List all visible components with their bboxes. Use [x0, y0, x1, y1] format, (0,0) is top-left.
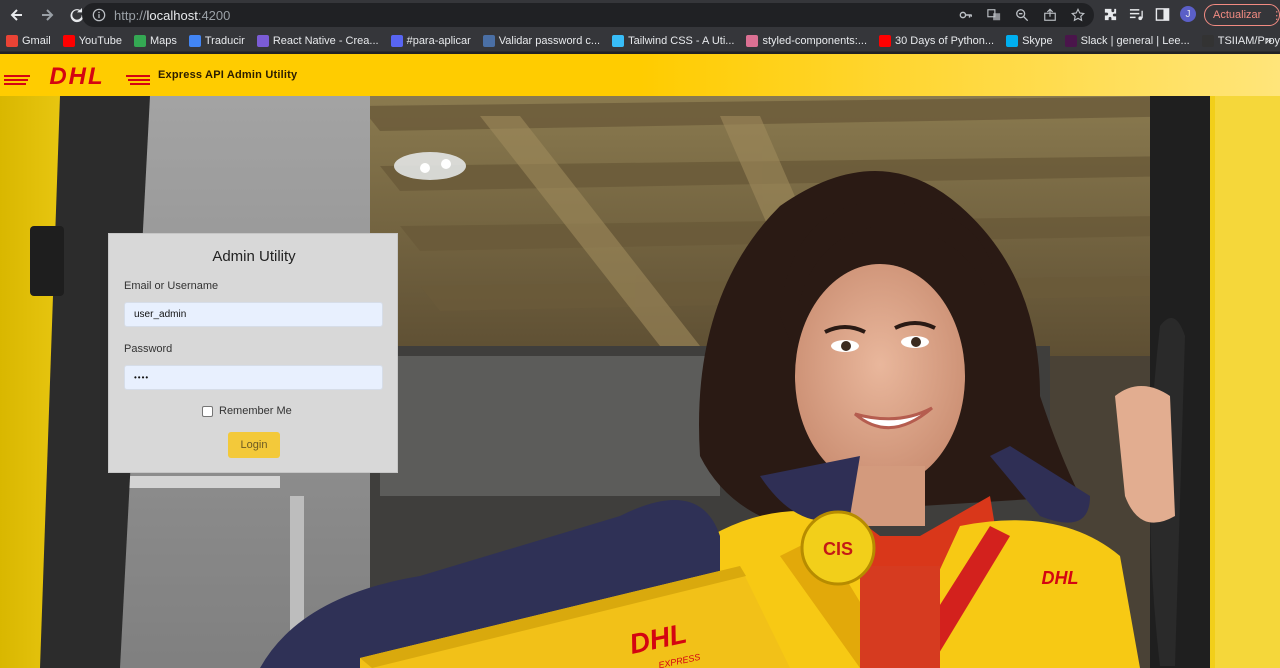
bookmark-item[interactable]: Slack | general | Lee...: [1059, 30, 1196, 51]
remember-label: Remember Me: [219, 405, 292, 417]
bookmark-label: Traducir: [204, 34, 245, 47]
app-header: DHL Express API Admin Utility: [0, 54, 1280, 96]
zoom-icon[interactable]: [1014, 7, 1030, 23]
bookmark-item[interactable]: Skype: [1000, 30, 1059, 51]
bookmark-item[interactable]: Maps: [128, 30, 183, 51]
address-bar[interactable]: http://localhost:4200: [82, 3, 1094, 27]
url-host: localhost: [146, 7, 198, 23]
svg-text:DHL: DHL: [1042, 568, 1079, 588]
bookmark-item[interactable]: #para-aplicar: [385, 30, 477, 51]
extensions-icon[interactable]: [1102, 6, 1118, 22]
bookmark-favicon-icon: [1064, 34, 1077, 47]
bookmark-label: Slack | general | Lee...: [1080, 34, 1190, 47]
bookmark-item[interactable]: Gmail: [0, 30, 57, 51]
bookmark-item[interactable]: 30 Days of Python...: [873, 30, 1000, 51]
more-vert-icon: ⋮: [1271, 9, 1280, 22]
update-label: Actualizar: [1213, 9, 1262, 21]
browser-toolbar: http://localhost:4200 J Actualizar ⋮: [0, 0, 1280, 30]
bookmark-label: Gmail: [22, 34, 51, 47]
bookmark-favicon-icon: [1006, 34, 1019, 47]
bookmark-item[interactable]: Validar password c...: [477, 30, 606, 51]
bookmark-favicon-icon: [612, 34, 625, 47]
bookmark-favicon-icon: [879, 34, 892, 47]
bookmark-favicon-icon: [482, 34, 495, 47]
bookmark-label: styled-components:...: [762, 34, 868, 47]
bookmark-item[interactable]: YouTube: [57, 30, 128, 51]
bookmark-label: YouTube: [78, 34, 122, 47]
app-title: Express API Admin Utility: [158, 69, 298, 81]
share-icon[interactable]: [1042, 7, 1058, 23]
url-port: :4200: [197, 7, 231, 23]
translate-icon[interactable]: [986, 7, 1002, 23]
bookmark-item[interactable]: Tailwind CSS - A Uti...: [606, 30, 740, 51]
remember-me[interactable]: Remember Me: [202, 405, 292, 417]
arrow-right-icon: [42, 9, 54, 21]
password-input[interactable]: ••••: [124, 365, 383, 390]
login-button[interactable]: Login: [228, 432, 280, 458]
update-button[interactable]: Actualizar ⋮: [1204, 4, 1280, 26]
dhl-logo[interactable]: DHL: [4, 62, 150, 88]
login-title: Admin Utility: [212, 248, 296, 265]
forward-button[interactable]: [34, 2, 60, 28]
password-label: Password: [124, 343, 173, 355]
bookmark-label: #para-aplicar: [406, 34, 471, 47]
svg-text:DHL: DHL: [49, 63, 104, 88]
bookmarks-bar: Gmail YouTube Maps Traducir React Native - C…: [0, 30, 1280, 52]
profile-avatar[interactable]: J: [1180, 6, 1196, 22]
url-scheme: http://: [114, 7, 147, 23]
bookmark-label: Skype: [1022, 34, 1053, 47]
star-icon[interactable]: [1070, 7, 1086, 23]
bookmark-label: Maps: [149, 34, 177, 47]
bookmarks-overflow-icon[interactable]: »: [1265, 33, 1272, 47]
bookmark-label: Validar password c...: [498, 34, 601, 47]
bookmark-label: 30 Days of Python...: [895, 34, 995, 47]
username-input[interactable]: user_admin: [124, 302, 383, 327]
back-button[interactable]: [4, 2, 30, 28]
bookmark-favicon-icon: [1201, 34, 1214, 47]
remember-checkbox[interactable]: [202, 405, 213, 417]
bookmark-item[interactable]: React Native - Crea...: [251, 30, 385, 51]
bookmark-favicon-icon: [133, 34, 146, 47]
bookmark-favicon-icon: [6, 34, 18, 47]
url-text: http://localhost:4200: [114, 8, 230, 23]
media-queue-icon[interactable]: [1128, 6, 1144, 22]
bookmark-favicon-icon: [188, 34, 201, 47]
bookmark-item[interactable]: Traducir: [183, 30, 251, 51]
username-label: Email or Username: [124, 280, 219, 292]
bookmark-label: React Native - Crea...: [272, 34, 379, 47]
bookmark-favicon-icon: [256, 34, 269, 47]
bookmark-item[interactable]: styled-components:...: [740, 30, 873, 51]
bookmark-favicon-icon: [390, 34, 403, 47]
info-icon: [92, 8, 106, 22]
side-panel-icon[interactable]: [1154, 6, 1170, 22]
bookmark-favicon-icon: [746, 34, 759, 47]
login-panel: Admin Utility Email or Username user_adm…: [108, 233, 398, 473]
arrow-left-icon: [10, 9, 22, 21]
bookmark-favicon-icon: [62, 34, 75, 47]
svg-text:CIS: CIS: [823, 539, 853, 559]
bookmark-label: Tailwind CSS - A Uti...: [628, 34, 735, 47]
key-icon[interactable]: [958, 7, 974, 23]
